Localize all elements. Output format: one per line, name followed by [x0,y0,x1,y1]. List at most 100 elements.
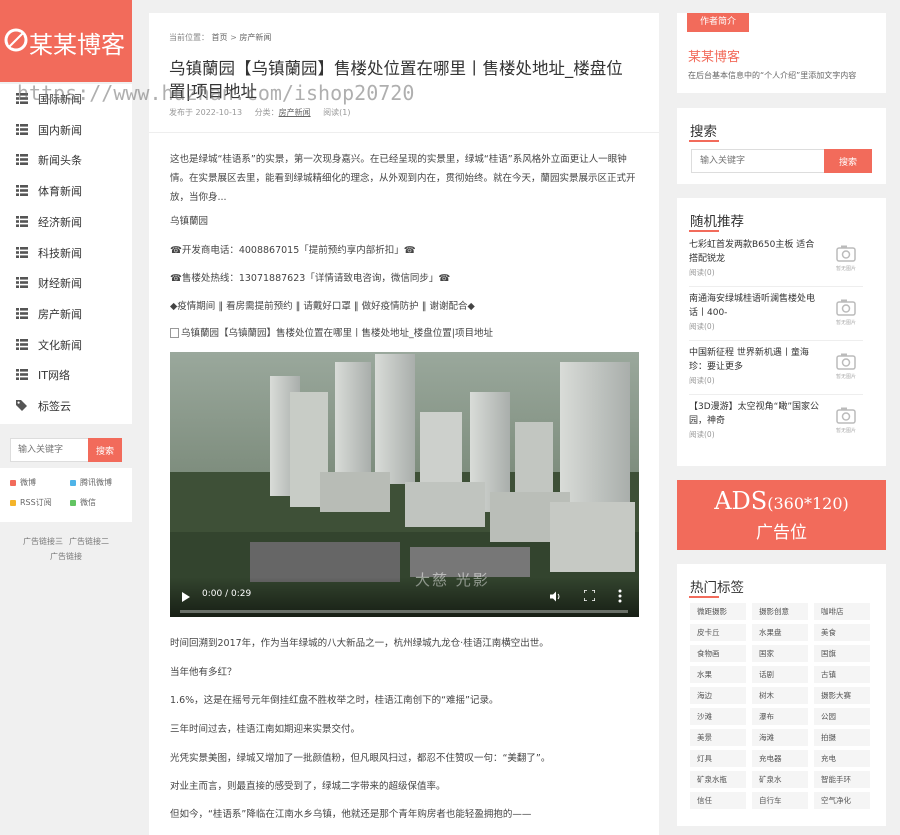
tag-link[interactable]: 充电 [814,750,870,767]
tag-link[interactable]: 美景 [690,729,746,746]
video-player[interactable]: 大慈 光影 0:00 / 0:29 [170,352,639,617]
nav-item-label: 文化新闻 [38,338,82,352]
category-link[interactable]: 房产新闻 [279,108,311,117]
search-input[interactable] [691,149,824,173]
social-link[interactable]: RSS订阅 [10,497,52,508]
tag-link[interactable]: 灯具 [690,750,746,767]
tag-link[interactable]: 美食 [814,624,870,641]
tag-link[interactable]: 矿泉水瓶 [690,771,746,788]
image-alt-text: 乌镇蘭园【乌镇蘭园】售楼处位置在哪里丨售楼处地址_楼盘位置|项目地址 [181,328,493,339]
list-icon [16,123,28,135]
ad-link[interactable]: 广告链接二 [69,537,109,546]
left-sidebar: 某某博客 国际新闻 国内新闻 新闻头条 体育新闻 经济新闻 科技新闻 财经新闻 房产新闻 文化新… [0,0,132,835]
tag-link[interactable]: 充电器 [752,750,808,767]
random-recommend-box: 随机推荐 七彩虹首发两款B650主板 适合搭配锐龙 阅读(0) 暂无图片 南通海安绿城… [677,198,886,466]
author-name[interactable]: 某某博客 [688,46,740,65]
article-paragraph: 时间回溯到2017年，作为当年绿城的八大新品之一，杭州绿城九龙仓·桂语江南横空出… [170,638,549,649]
volume-icon[interactable] [550,591,562,602]
nav-item-label: 国内新闻 [38,123,82,137]
article-container: 当前位置： 首页 > 房产新闻 乌镇蘭园【乌镇蘭园】售楼处位置在哪里丨售楼处地址… [149,13,659,835]
author-box: 作者简介 某某博客 在后台基本信息中的“个人介绍”里添加文字内容 [677,13,886,93]
nav-item[interactable]: 标签云 [0,391,132,421]
tag-link[interactable]: 海滩 [752,729,808,746]
tag-link[interactable]: 瀑布 [752,708,808,725]
breadcrumb-category-link[interactable]: 房产新闻 [239,33,271,42]
tag-link[interactable]: 话剧 [752,666,808,683]
social-link[interactable]: 微信 [70,497,96,508]
nav-item[interactable]: 体育新闻 [0,176,132,206]
tag-link[interactable]: 信任 [690,792,746,809]
play-icon[interactable] [182,592,190,602]
left-search-button[interactable]: 搜索 [88,438,122,462]
ad-banner[interactable]: ADS(360*120) 广告位 [677,480,886,550]
tag-link[interactable]: 微距摄影 [690,603,746,620]
article-paragraph: 当年他有多红？ [170,667,237,678]
social-label: RSS订阅 [20,498,52,507]
broken-image: 乌镇蘭园【乌镇蘭园】售楼处位置在哪里丨售楼处地址_楼盘位置|项目地址 [170,325,493,339]
video-progress-bar[interactable] [180,610,628,613]
tag-link[interactable]: 水果盘 [752,624,808,641]
tag-link[interactable]: 空气净化 [814,792,870,809]
nav-item[interactable]: 财经新闻 [0,268,132,298]
recommend-title[interactable]: 南通海安绿城桂语听澜售楼处电话丨400- [689,292,819,320]
tag-link[interactable]: 智能手环 [814,771,870,788]
recommend-views: 阅读(0) [689,430,715,439]
no-image-placeholder: 暂无图片 [829,406,863,434]
nav-item[interactable]: 国内新闻 [0,115,132,145]
recommend-title[interactable]: 七彩虹首发两款B650主板 适合搭配锐龙 [689,238,819,266]
nav-item-label: 财经新闻 [38,277,82,291]
social-link[interactable]: 腾讯微博 [70,477,112,488]
tag-link[interactable]: 沙滩 [690,708,746,725]
nav-item[interactable]: IT网络 [0,360,132,390]
recommend-item[interactable]: 七彩虹首发两款B650主板 适合搭配锐龙 阅读(0) 暂无图片 [689,238,863,292]
tag-link[interactable]: 海边 [690,687,746,704]
nav-item-label: 体育新闻 [38,185,82,199]
nav-item[interactable]: 科技新闻 [0,238,132,268]
tag-link[interactable]: 古镇 [814,666,870,683]
tag-link[interactable]: 公园 [814,708,870,725]
tag-link[interactable]: 食物画 [690,645,746,662]
social-label: 腾讯微博 [80,478,112,487]
no-image-placeholder: 暂无图片 [829,298,863,326]
nav-item[interactable]: 房产新闻 [0,299,132,329]
tag-link[interactable]: 水果 [690,666,746,683]
tag-link[interactable]: 皮卡丘 [690,624,746,641]
title-underline [689,596,719,598]
tag-link[interactable]: 自行车 [752,792,808,809]
search-button[interactable]: 搜索 [824,149,872,173]
ad-link[interactable]: 广告链接 [50,552,82,561]
tag-link[interactable]: 树木 [752,687,808,704]
fullscreen-icon[interactable] [584,590,595,601]
nav-item-label: 新闻头条 [38,154,82,168]
category-prefix: 分类： [254,108,279,117]
breadcrumb-home-link[interactable]: 首页 [212,33,228,42]
video-time: 0:00 / 0:29 [202,589,252,599]
ad-size-value: (360*120) [767,494,849,513]
left-search-input[interactable] [10,438,88,462]
tag-link[interactable]: 拍摄 [814,729,870,746]
tag-link[interactable]: 矿泉水 [752,771,808,788]
nav-item[interactable]: 文化新闻 [0,330,132,360]
author-desc: 在后台基本信息中的“个人介绍”里添加文字内容 [688,71,857,80]
social-link[interactable]: 微博 [10,477,36,488]
recommend-item[interactable]: 【3D漫游】太空视角“瞰”国家公园，神奇阅读(0) 暂无图片 [689,400,863,454]
tag-link[interactable]: 咖啡店 [814,603,870,620]
more-options-icon[interactable] [618,589,622,603]
divider [689,340,863,341]
recommend-item[interactable]: 中国新征程 世界新机遇丨童海珍：要让更多 阅读(0) 暂无图片 [689,346,863,400]
tag-link[interactable]: 国旗 [814,645,870,662]
divider [689,286,863,287]
ad-link[interactable]: 广告链接三 [23,537,63,546]
tag-link[interactable]: 摄影大赛 [814,687,870,704]
tag-link[interactable]: 摄影创意 [752,603,808,620]
nav-item[interactable]: 经济新闻 [0,207,132,237]
nav-item[interactable]: 新闻头条 [0,145,132,175]
recommend-item[interactable]: 南通海安绿城桂语听澜售楼处电话丨400- 阅读(0) 暂无图片 [689,292,863,346]
recommend-title[interactable]: 【3D漫游】太空视角“瞰”国家公园，神奇 [689,400,819,428]
recommend-title[interactable]: 中国新征程 世界新机遇丨童海珍：要让更多 [689,346,819,374]
article-paragraph: ☎售楼处热线：13071887623「详情请致电咨询，微信同步」☎ [170,273,451,284]
list-icon [16,154,28,166]
site-logo[interactable]: 某某博客 [0,0,132,82]
tag-link[interactable]: 国家 [752,645,808,662]
social-dot-icon [10,499,16,506]
